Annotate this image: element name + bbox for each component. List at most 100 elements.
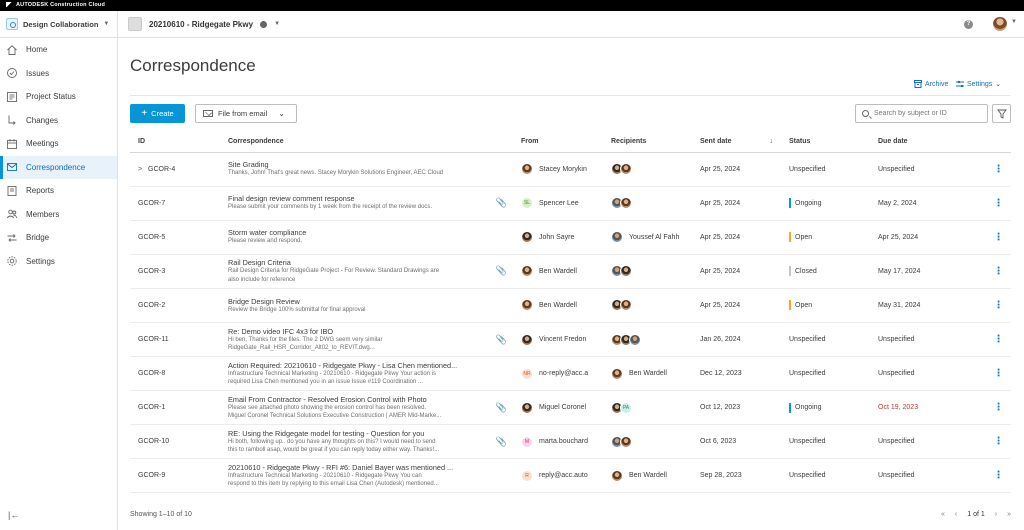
correspondence-id[interactable]: GCOR-4 [148,166,175,173]
table-row[interactable]: GCOR-11 Re: Demo video IFC 4x3 for IBO Hi … [130,322,1011,358]
filter-button[interactable] [992,104,1011,123]
correspondence-subject[interactable]: Final design review comment response [228,194,495,203]
correspondence-id[interactable]: GCOR-10 [138,438,169,445]
divider [130,95,1010,96]
sort-arrow-down-icon[interactable]: ↓ [770,138,774,145]
correspondence-subject[interactable]: RE: Using the Ridgegate model for testin… [228,429,495,438]
row-more-menu-icon[interactable]: ⋮ [978,458,1011,494]
correspondence-snippet: this to ramboll asap, would be great if … [228,447,440,454]
archive-link[interactable]: Archive [914,80,948,88]
column-header-due-date[interactable]: Due date [870,132,978,153]
sidebar-item-correspondence[interactable]: Correspondence [0,155,117,179]
search-input[interactable] [874,110,984,117]
row-more-menu-icon[interactable]: ⋮ [978,288,1011,323]
user-avatar[interactable] [993,17,1007,31]
sidebar-item-reports[interactable]: Reports [0,179,117,203]
correspondence-icon [6,161,18,173]
sidebar-item-settings[interactable]: Settings [0,250,117,274]
correspondence-id[interactable]: GCOR-7 [138,200,165,207]
correspondence-cell[interactable]: Storm water compliance Please review and … [220,220,513,255]
sender-avatar [521,401,533,414]
row-more-menu-icon[interactable]: ⋮ [978,390,1011,426]
id-cell: GCOR-11 [130,322,220,358]
sidebar-item-bridge[interactable]: Bridge [0,226,117,250]
globe-icon [260,20,268,28]
correspondence-cell[interactable]: Bridge Design Review Review the Bridge 10… [220,288,513,323]
row-more-menu-icon[interactable]: ⋮ [978,220,1011,255]
project-selector[interactable]: 20210610 - Ridgegate Pkwy ▼ [128,11,280,37]
correspondence-id[interactable]: GCOR-5 [138,234,165,241]
table-row[interactable]: GCOR-5 Storm water compliance Please revie… [130,220,1011,255]
status-label: Unspecified [789,370,826,378]
correspondence-id[interactable]: GCOR-11 [138,336,169,343]
correspondence-cell[interactable]: Action Required: 20210610 - Ridgegate Pk… [220,356,513,392]
column-header-from[interactable]: From [513,132,603,153]
prev-page-icon[interactable]: ‹ [955,511,957,518]
recipient-name: Ben Wardell [629,370,667,378]
row-more-menu-icon[interactable]: ⋮ [978,254,1011,289]
first-page-icon[interactable]: « [941,511,945,518]
row-more-menu-icon[interactable]: ⋮ [978,424,1011,460]
correspondence-id[interactable]: GCOR-9 [138,472,165,479]
correspondence-id[interactable]: GCOR-2 [138,302,165,309]
search-box[interactable] [855,104,988,123]
correspondence-cell[interactable]: Email From Contractor - Resolved Erosion… [220,390,513,426]
correspondence-cell[interactable]: RE: Using the Ridgegate model for testin… [220,424,513,460]
column-header-recipients[interactable]: Recipients [603,132,692,153]
table-row[interactable]: GCOR-8 Action Required: 20210610 - Ridgeg… [130,356,1011,392]
row-more-menu-icon[interactable]: ⋮ [978,152,1011,187]
correspondence-cell[interactable]: 20210610 - Ridgegate Pkwy - RFI #6: Dani… [220,458,513,494]
sidebar-item-changes[interactable]: Changes [0,109,117,133]
last-page-icon[interactable]: » [1007,511,1011,518]
correspondence-cell[interactable]: Final design review comment response Plea… [220,186,513,221]
help-icon[interactable]: ? [964,20,973,29]
sender-avatar [521,265,533,278]
next-page-icon[interactable]: › [995,511,997,518]
correspondence-id[interactable]: GCOR-3 [138,268,165,275]
table-row[interactable]: GCOR-2 Bridge Design Review Review the Bri… [130,288,1011,323]
reports-icon [6,185,18,197]
members-icon [6,208,18,220]
create-button[interactable]: + Create [130,104,185,123]
table-row[interactable]: GCOR-1 Email From Contractor - Resolved E… [130,390,1011,426]
sidebar-item-issues[interactable]: Issues [0,62,117,86]
column-header-correspondence[interactable]: Correspondence [220,132,513,153]
correspondence-subject[interactable]: Email From Contractor - Resolved Erosion… [228,395,495,404]
sidebar-item-members[interactable]: Members [0,203,117,227]
correspondence-id[interactable]: GCOR-8 [138,370,165,377]
table-row[interactable]: GCOR-7 Final design review comment respon… [130,186,1011,221]
row-more-menu-icon[interactable]: ⋮ [978,356,1011,392]
row-more-menu-icon[interactable]: ⋮ [978,186,1011,221]
correspondence-subject[interactable]: Re: Demo video IFC 4x3 for IBO [228,327,495,336]
correspondence-cell[interactable]: Re: Demo video IFC 4x3 for IBO Hi ben, Th… [220,322,513,358]
table-row[interactable]: GCOR-10 RE: Using the Ridgegate model for… [130,424,1011,460]
sidebar-item-project-status[interactable]: Project Status [0,85,117,109]
correspondence-subject[interactable]: Action Required: 20210610 - Ridgegate Pk… [228,361,495,370]
row-more-menu-icon[interactable]: ⋮ [978,322,1011,358]
correspondence-cell[interactable]: Rail Design Criteria Rail Design Criteria… [220,254,513,289]
expand-chevron-icon[interactable]: > [138,166,148,173]
table-row[interactable]: GCOR-9 20210610 - Ridgegate Pkwy - RFI #6… [130,458,1011,494]
mail-icon [203,110,213,117]
column-header-id[interactable]: ID [130,132,220,153]
collapse-sidebar-icon[interactable]: |← [8,510,19,520]
file-from-email-button[interactable]: File from email ⌄ [195,104,297,123]
sidebar-item-meetings[interactable]: Meetings [0,132,117,156]
sidebar-item-home[interactable]: Home [0,38,117,62]
correspondence-subject[interactable]: Bridge Design Review [228,297,495,306]
correspondence-subject[interactable]: Site Grading [228,160,495,169]
column-header-sent-date[interactable]: Sent date ↓ [692,132,781,153]
correspondence-subject[interactable]: Storm water compliance [228,228,495,237]
recipient-avatar [611,367,623,380]
chevron-down-icon[interactable]: ▼ [1011,19,1017,25]
correspondence-id[interactable]: GCOR-1 [138,404,165,411]
table-row[interactable]: > GCOR-4 Site Grading Thanks, John! That's … [130,152,1011,187]
settings-menu[interactable]: Settings ⌄ [956,80,1001,88]
table-row[interactable]: GCOR-3 Rail Design Criteria Rail Design Cr… [130,254,1011,289]
correspondence-snippet: RidgeGate_Rail_HSR_Corridor_Alt02_to_REV… [228,345,375,352]
correspondence-cell[interactable]: Site Grading Thanks, John! That's great n… [220,152,513,187]
correspondence-subject[interactable]: Rail Design Criteria [228,258,495,267]
product-selector[interactable]: Design Collaboration ▼ [0,11,118,37]
column-header-status[interactable]: Status [781,132,870,153]
correspondence-subject[interactable]: 20210610 - Ridgegate Pkwy - RFI #6: Dani… [228,463,495,472]
